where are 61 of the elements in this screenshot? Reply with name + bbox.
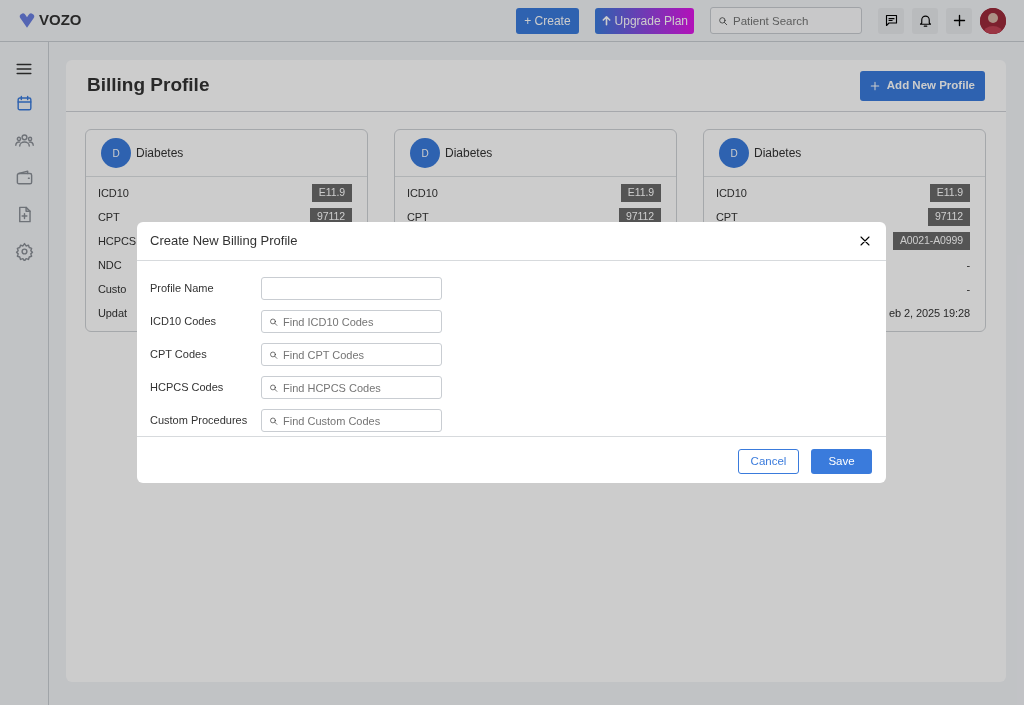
search-field[interactable]: Patient Search [710, 7, 862, 34]
chat-icon [883, 13, 899, 28]
page-title: Billing Profile [87, 73, 210, 98]
chat-button[interactable] [878, 7, 904, 34]
code-tag: A0021-A0999 [892, 232, 970, 250]
plus-icon [951, 13, 967, 28]
add-profile-button[interactable]: Add New Profile [859, 70, 985, 101]
upgrade-button[interactable]: Upgrade Plan [594, 7, 694, 34]
code-tag: E11.9 [929, 184, 970, 202]
input-field[interactable]: Find CPT Codes [261, 343, 442, 366]
search-icon [269, 383, 278, 392]
input-field[interactable]: Find HCPCS Codes [261, 376, 442, 399]
create-button[interactable]: + Create [516, 7, 579, 34]
calendar-icon[interactable] [14, 93, 34, 113]
search-icon [269, 416, 278, 425]
gear-icon[interactable] [14, 241, 34, 261]
field-label: ICD10 [716, 185, 747, 201]
field-label: CPT [716, 209, 738, 225]
cancel-button[interactable]: Cancel [738, 449, 799, 474]
dialog-title: Create New Billing Profile [150, 232, 298, 251]
profile-avatar: D [410, 138, 440, 168]
bell-icon [917, 13, 933, 28]
code-tag: E11.9 [311, 184, 352, 202]
logo-text: VOZO [39, 10, 82, 31]
logo-icon [18, 11, 36, 30]
plus-icon [869, 80, 880, 91]
field-label: HCPCS [98, 233, 136, 249]
code-tag: 97112 [928, 208, 970, 226]
field-label: ICD10 [98, 185, 129, 201]
code-tag: E11.9 [620, 184, 661, 202]
field-label: CPT [98, 209, 120, 225]
field-label: ICD10 Codes [150, 314, 218, 330]
search-icon [269, 350, 278, 359]
field-label: Custo [98, 281, 127, 297]
profile-name: Diabetes [754, 145, 802, 162]
field-label: Profile Name [150, 281, 215, 297]
input-field[interactable] [261, 277, 442, 300]
field-label: NDC [98, 257, 122, 273]
arrow-up-icon [600, 15, 612, 26]
user-avatar[interactable] [980, 7, 1006, 34]
profile-name: Diabetes [136, 145, 184, 162]
bell-button[interactable] [912, 7, 938, 34]
field-value: eb 2, 2025 19:28 [889, 305, 970, 321]
field-label: ICD10 [407, 185, 438, 201]
field-label: Updat [98, 305, 127, 321]
field-label: CPT [407, 209, 429, 225]
input-field[interactable]: Find ICD10 Codes [261, 310, 442, 333]
profile-avatar: D [101, 138, 131, 168]
profile-avatar: D [719, 138, 749, 168]
profile-name: Diabetes [445, 145, 493, 162]
field-label: HCPCS Codes [150, 380, 225, 396]
plus-button[interactable] [946, 7, 972, 34]
save-button[interactable]: Save [811, 449, 872, 474]
search-icon [718, 15, 728, 26]
search-icon [269, 317, 278, 326]
field-label: CPT Codes [150, 347, 208, 363]
input-field[interactable]: Find Custom Codes [261, 409, 442, 432]
field-label: Custom Procedures [150, 413, 249, 429]
wallet-icon[interactable] [14, 167, 34, 187]
field-value: - [966, 281, 970, 297]
field-value: - [966, 257, 970, 273]
